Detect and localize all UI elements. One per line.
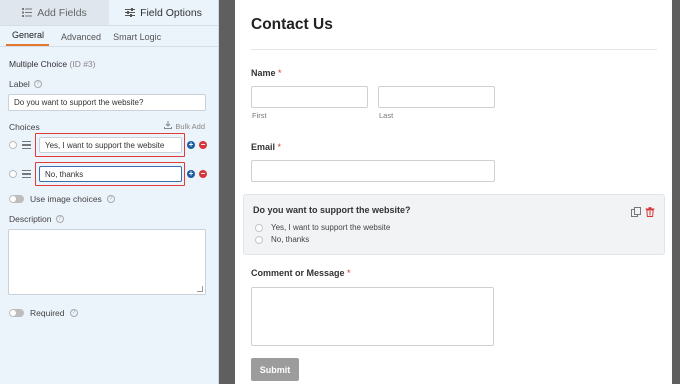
default-choice-radio[interactable] xyxy=(9,141,17,149)
required-asterisk: * xyxy=(278,68,282,78)
duplicate-icon[interactable] xyxy=(631,204,641,217)
required-asterisk: * xyxy=(347,268,351,278)
list-icon xyxy=(22,8,33,17)
title-divider xyxy=(251,49,657,50)
choice-option[interactable]: No, thanks xyxy=(255,235,309,244)
subtab-general[interactable]: General xyxy=(6,30,50,46)
required-label-row: Required ? xyxy=(30,308,78,318)
subtab-advanced[interactable]: Advanced xyxy=(61,32,101,46)
label-caption: Label xyxy=(9,79,30,89)
last-name-input[interactable] xyxy=(378,86,495,108)
choice-option[interactable]: Yes, I want to support the website xyxy=(255,223,390,232)
panel-tabs: Add Fields Field Options xyxy=(0,0,218,26)
form-title: Contact Us xyxy=(251,16,333,33)
label-input[interactable]: Do you want to support the website? xyxy=(8,94,206,111)
choice-input[interactable]: No, thanks xyxy=(39,166,182,182)
choices-caption-row: Choices xyxy=(9,122,40,132)
name-field-label[interactable]: Name * xyxy=(251,68,282,78)
choices-caption: Choices xyxy=(9,122,40,132)
field-type-name: Multiple Choice xyxy=(9,59,68,69)
add-choice-icon[interactable]: + xyxy=(187,141,195,149)
first-sublabel: First xyxy=(252,111,267,120)
message-field-label[interactable]: Comment or Message * xyxy=(251,268,351,278)
selected-multiple-choice-field[interactable]: Do you want to support the website? Yes,… xyxy=(243,194,665,255)
submit-button[interactable]: Submit xyxy=(251,358,299,381)
choice-input[interactable]: Yes, I want to support the website xyxy=(39,137,182,153)
option-label: Yes, I want to support the website xyxy=(271,223,391,232)
message-label-text: Comment or Message xyxy=(251,268,345,278)
option-radio[interactable] xyxy=(255,235,263,244)
email-field-label[interactable]: Email * xyxy=(251,142,281,152)
option-label: No, thanks xyxy=(271,235,310,244)
field-type-heading: Multiple Choice (ID #3) xyxy=(9,59,95,69)
last-sublabel: Last xyxy=(379,111,394,120)
image-choices-label-row: Use image choices ? xyxy=(30,194,115,204)
email-label-text: Email xyxy=(251,142,276,152)
sliders-icon xyxy=(125,8,136,17)
tab-add-fields-label: Add Fields xyxy=(37,6,87,19)
help-icon[interactable]: ? xyxy=(106,195,115,203)
bulk-add-label: Bulk Add xyxy=(175,121,205,131)
download-icon xyxy=(164,121,173,131)
required-toggle[interactable] xyxy=(9,309,24,317)
image-choices-label: Use image choices xyxy=(30,194,102,204)
default-choice-radio[interactable] xyxy=(9,170,17,178)
description-caption: Description xyxy=(9,214,52,224)
bulk-add-button[interactable]: Bulk Add xyxy=(164,121,205,131)
label-caption-row: Label ? xyxy=(9,79,42,89)
field-id: (ID #3) xyxy=(69,59,96,69)
remove-choice-icon[interactable]: − xyxy=(199,141,207,149)
add-choice-icon[interactable]: + xyxy=(187,170,195,178)
tab-field-options[interactable]: Field Options xyxy=(109,0,218,25)
description-textarea[interactable] xyxy=(8,229,206,295)
tab-add-fields[interactable]: Add Fields xyxy=(0,0,109,25)
required-asterisk: * xyxy=(277,142,282,152)
drag-handle-icon[interactable] xyxy=(22,169,31,179)
options-subtabs: General Advanced Smart Logic xyxy=(0,26,218,47)
required-label: Required xyxy=(30,308,65,318)
help-icon[interactable]: ? xyxy=(69,309,78,317)
option-radio[interactable] xyxy=(255,223,263,232)
tab-field-options-label: Field Options xyxy=(140,6,202,19)
drag-handle-icon[interactable] xyxy=(22,140,31,150)
image-choices-toggle[interactable] xyxy=(9,195,24,203)
trash-icon[interactable] xyxy=(645,204,655,217)
description-caption-row: Description ? xyxy=(9,214,64,224)
subtab-smart-logic[interactable]: Smart Logic xyxy=(113,32,161,46)
name-label-text: Name xyxy=(251,68,276,78)
first-name-input[interactable] xyxy=(251,86,368,108)
message-textarea[interactable] xyxy=(251,287,494,346)
help-icon[interactable]: ? xyxy=(55,215,64,223)
email-input[interactable] xyxy=(251,160,495,182)
question-label: Do you want to support the website? xyxy=(253,205,411,215)
form-preview: Contact Us Name * First Last Email * Do … xyxy=(235,0,672,384)
help-icon[interactable]: ? xyxy=(33,80,42,88)
field-options-panel: Add Fields Field Options General Advance… xyxy=(0,0,219,384)
remove-choice-icon[interactable]: − xyxy=(199,170,207,178)
